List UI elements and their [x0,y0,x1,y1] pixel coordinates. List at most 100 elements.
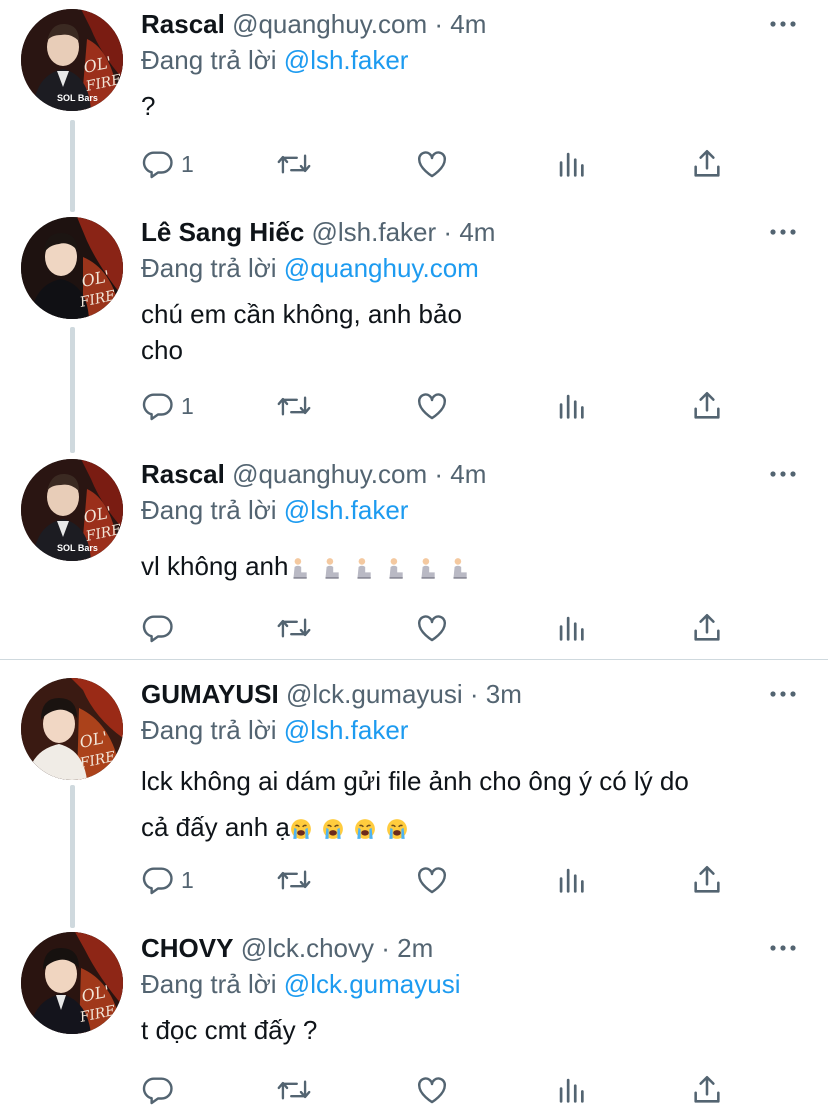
reply-button[interactable]: 1 [141,144,194,184]
avatar[interactable]: OL' FIRE SOL Bars [21,9,123,111]
display-name[interactable]: Rascal [141,9,225,39]
tweet[interactable]: OL' FIRE SOL Bars Rascal @quanghuy.com ·… [0,6,828,196]
separator-dot: · [434,459,444,489]
avatar[interactable]: OL' FIRE [21,932,123,1034]
display-name[interactable]: Lê Sang Hiếc [141,217,304,247]
tweet[interactable]: OL' FIRE SOL Bars Rascal @quanghuy.com ·… [0,456,828,656]
analytics-icon [559,616,584,641]
loudly-crying-face-emoji [322,819,343,839]
action-bar: 1 [0,860,828,900]
separator-dot: · [469,679,479,709]
person-kneeling-emoji [325,558,340,579]
mention-link[interactable]: @lsh.faker [284,715,409,745]
person-kneeling-emoji [453,558,468,579]
share-button[interactable] [690,860,724,900]
tweet-text-line: lck không ai dám gửi file ảnh cho ông ý … [141,766,689,796]
analytics-button[interactable] [554,144,588,184]
mention-link[interactable]: @lsh.faker [284,495,409,525]
like-button[interactable] [415,144,449,184]
timestamp[interactable]: 3m [486,679,522,709]
display-name[interactable]: GUMAYUSI [141,679,279,709]
analytics-button[interactable] [554,1070,588,1110]
kneeling-emoji-group [288,551,480,581]
reply-icon [142,1077,173,1105]
crying-emoji-group [290,812,418,842]
mention-link[interactable]: @quanghuy.com [284,253,479,283]
user-handle[interactable]: @lsh.faker [312,217,437,247]
reply-button[interactable] [141,1070,181,1110]
reply-button[interactable]: 1 [141,386,194,426]
action-bar: 1 [0,386,828,426]
action-bar: 1 [0,144,828,184]
more-icon[interactable] [768,679,798,709]
retweet-button[interactable] [276,608,312,648]
tweet-header: Rascal @quanghuy.com · 4m [141,6,758,42]
person-kneeling-emoji [357,558,372,579]
user-handle[interactable]: @lck.chovy [241,933,374,963]
retweet-button[interactable] [276,860,312,900]
avatar[interactable]: OL' FIRE [21,678,123,780]
tweet-text-line: t đọc cmt đấy ? [141,1015,318,1045]
reply-icon [142,867,173,895]
reply-count: 1 [181,866,194,893]
avatar[interactable]: OL' FIRE [21,217,123,319]
share-button[interactable] [690,144,724,184]
reply-count: 1 [181,150,194,177]
like-button[interactable] [415,386,449,426]
retweet-icon [277,618,311,638]
mention-link[interactable]: @lsh.faker [284,45,409,75]
more-icon[interactable] [768,459,798,489]
timestamp[interactable]: 4m [450,9,486,39]
reply-icon [142,393,173,421]
loudly-crying-face-emoji [290,819,311,839]
replying-to-label: Đang trả lời [141,715,277,745]
avatar-caption: SOL Bars [57,93,98,103]
reply-button[interactable] [141,608,181,648]
separator-dot: · [443,217,453,247]
analytics-button[interactable] [554,386,588,426]
reply-count: 1 [181,392,194,419]
share-button[interactable] [690,386,724,426]
more-icon[interactable] [768,217,798,247]
like-button[interactable] [415,860,449,900]
share-icon [694,1075,720,1103]
timestamp[interactable]: 2m [397,933,433,963]
avatar[interactable]: OL' FIRE SOL Bars [21,459,123,561]
more-icon[interactable] [768,9,798,39]
person-kneeling-emoji [293,558,308,579]
tweet[interactable]: OL' FIRE CHOVY @lck.chovy · 2m Đang trả … [0,930,828,1114]
tweet[interactable]: OL' FIRE Lê Sang Hiếc @lsh.faker · 4m Đa… [0,214,828,434]
like-icon [418,1077,446,1104]
analytics-button[interactable] [554,860,588,900]
reply-icon [142,615,173,643]
retweet-icon [277,1080,311,1100]
retweet-button[interactable] [276,144,312,184]
user-handle[interactable]: @quanghuy.com [232,9,427,39]
tweet-text: vl không anh [141,548,480,584]
reply-button[interactable]: 1 [141,860,194,900]
display-name[interactable]: CHOVY [141,933,233,963]
more-icon[interactable] [768,933,798,963]
analytics-button[interactable] [554,608,588,648]
timestamp[interactable]: 4m [450,459,486,489]
share-button[interactable] [690,1070,724,1110]
replying-to-label: Đang trả lời [141,969,277,999]
divider [0,659,828,660]
retweet-button[interactable] [276,386,312,426]
retweet-button[interactable] [276,1070,312,1110]
mention-link[interactable]: @lck.gumayusi [284,969,461,999]
timestamp[interactable]: 4m [459,217,495,247]
tweet-header: CHOVY @lck.chovy · 2m [141,930,758,966]
replying-to: Đang trả lời @lck.gumayusi [141,966,460,1002]
like-button[interactable] [415,1070,449,1110]
tweet[interactable]: OL' FIRE GUMAYUSI @lck.gumayusi · 3m Đan… [0,676,828,916]
share-button[interactable] [690,608,724,648]
replying-to-label: Đang trả lời [141,253,277,283]
user-handle[interactable]: @lck.gumayusi [286,679,463,709]
person-kneeling-emoji [421,558,436,579]
like-button[interactable] [415,608,449,648]
tweet-text-line: chú em cần không, anh bảo [141,299,462,329]
display-name[interactable]: Rascal [141,459,225,489]
user-handle[interactable]: @quanghuy.com [232,459,427,489]
like-icon [418,615,446,642]
